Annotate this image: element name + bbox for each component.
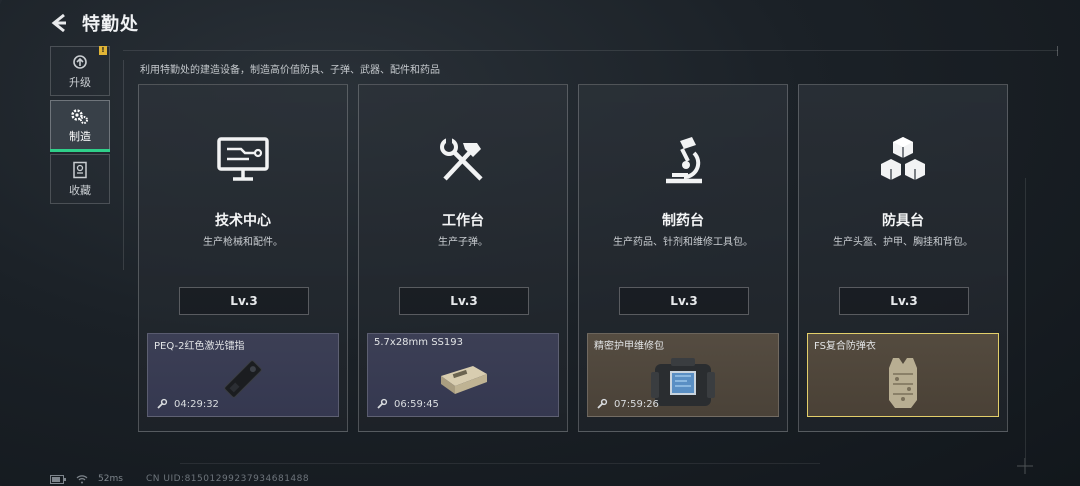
left-guide-line xyxy=(123,60,124,270)
bottom-divider xyxy=(180,463,820,464)
station-card-workbench[interactable]: 工作台 生产子弹。 Lv.3 5.7x28mm SS193 06:59:45 xyxy=(358,84,568,432)
header-divider xyxy=(123,50,1058,51)
uid-text: CN UID:815012992379346814​88 xyxy=(146,474,310,484)
microscope-icon xyxy=(666,137,702,184)
production-timer: 04:29:32 xyxy=(156,398,219,410)
nav-item-collection[interactable]: 收藏 xyxy=(50,154,110,204)
station-level: Lv.3 xyxy=(399,287,529,315)
production-timer: 07:59:26 xyxy=(596,398,659,410)
item-name: FS复合防弹衣 xyxy=(814,341,876,352)
station-description: 生产药品、针剂和维修工具包。 xyxy=(613,237,753,248)
page-title: 特勤处 xyxy=(82,14,139,35)
station-cards: 技术中心 生产枪械和配件。 Lv.3 PEQ-2红色激光镭指 04:29:32 … xyxy=(138,84,1008,432)
station-name: 制药台 xyxy=(662,213,704,229)
timer-value: 07:59:26 xyxy=(614,398,659,410)
station-level: Lv.3 xyxy=(619,287,749,315)
item-name: 5.7x28mm SS193 xyxy=(374,337,463,348)
nav-label: 升级 xyxy=(69,75,91,89)
battery-icon xyxy=(50,474,66,484)
gears-icon xyxy=(71,108,88,124)
right-guide-line xyxy=(1025,178,1026,458)
nav-item-craft[interactable]: 制造 xyxy=(50,100,110,152)
side-nav: ! 升级 制造 收藏 xyxy=(50,46,112,208)
ammo-box-image xyxy=(433,354,493,408)
wifi-icon xyxy=(76,475,88,484)
ping-value: 52ms xyxy=(98,474,123,484)
station-description: 生产头盔、护甲、胸挂和背包。 xyxy=(833,237,973,248)
nav-label: 制造 xyxy=(69,129,91,143)
station-name: 工作台 xyxy=(442,213,484,229)
station-level: Lv.3 xyxy=(839,287,969,315)
upgrade-icon xyxy=(73,54,87,69)
station-card-pharmacy[interactable]: 制药台 生产药品、针剂和维修工具包。 Lv.3 精密护甲维修包 07:59:26 xyxy=(578,84,788,432)
wrench-icon xyxy=(377,398,388,409)
production-item-slot[interactable]: 精密护甲维修包 07:59:26 xyxy=(587,333,779,417)
nav-item-upgrade[interactable]: ! 升级 xyxy=(50,46,110,96)
page-header: 特勤处 xyxy=(48,10,139,36)
back-button[interactable] xyxy=(48,12,70,34)
station-name: 技术中心 xyxy=(215,213,271,229)
timer-value: 04:29:32 xyxy=(174,398,219,410)
wrench-icon xyxy=(597,398,608,409)
station-card-tech-center[interactable]: 技术中心 生产枪械和配件。 Lv.3 PEQ-2红色激光镭指 04:29:32 xyxy=(138,84,348,432)
status-footer: 52ms xyxy=(50,474,123,484)
timer-value: 06:59:45 xyxy=(394,398,439,410)
station-level: Lv.3 xyxy=(179,287,309,315)
collection-icon xyxy=(73,161,87,178)
station-name: 防具台 xyxy=(882,213,924,229)
station-description: 生产子弹。 xyxy=(438,237,488,248)
nav-label: 收藏 xyxy=(69,183,91,197)
production-item-slot[interactable]: FS复合防弹衣 xyxy=(807,333,999,417)
production-item-slot[interactable]: PEQ-2红色激光镭指 04:29:32 xyxy=(147,333,339,417)
item-name: 精密护甲维修包 xyxy=(594,341,664,352)
monitor-circuit-icon xyxy=(217,137,269,181)
item-name: PEQ-2红色激光镭指 xyxy=(154,341,245,352)
body-armor-image xyxy=(883,354,923,416)
back-arrow-icon xyxy=(51,13,66,33)
hammer-wrench-icon xyxy=(440,138,483,181)
station-description: 生产枪械和配件。 xyxy=(203,237,283,248)
laser-device-image xyxy=(213,354,273,408)
nav-badge: ! xyxy=(99,46,107,55)
production-timer: 06:59:45 xyxy=(376,398,439,410)
page-subtitle: 利用特勤处的建造设备，制造高价值防具、子弹、武器、配件和药品 xyxy=(140,65,440,76)
station-card-armor-bench[interactable]: 防具台 生产头盔、护甲、胸挂和背包。 Lv.3 FS复合防弹衣 xyxy=(798,84,1008,432)
crosshair-icon xyxy=(1017,458,1033,474)
header-divider-tick xyxy=(1057,46,1058,56)
production-item-slot[interactable]: 5.7x28mm SS193 06:59:45 xyxy=(367,333,559,417)
cubes-icon xyxy=(881,137,925,180)
wrench-icon xyxy=(157,398,168,409)
